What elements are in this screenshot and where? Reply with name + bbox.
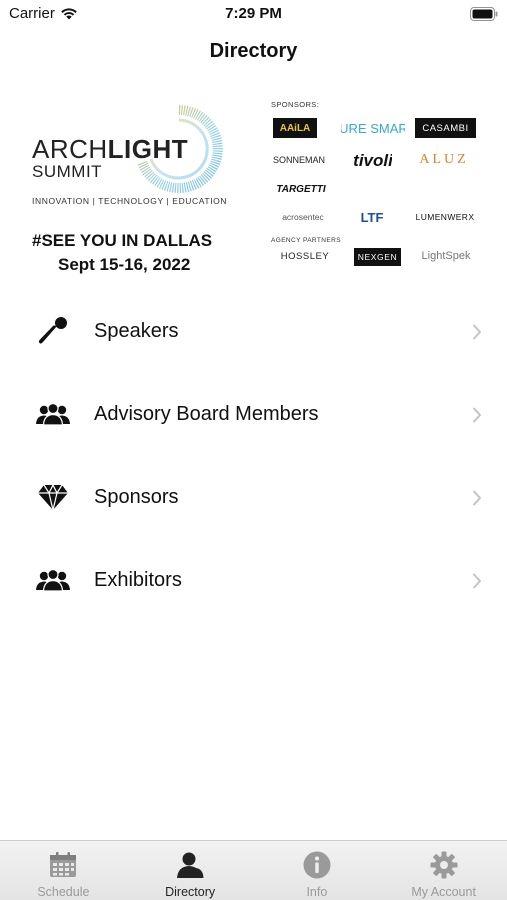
sponsor-logo: ALUZ [419,152,469,167]
tab-directory[interactable]: Directory [127,841,254,900]
brand-tagline: INNOVATION | TECHNOLOGY | EDUCATION [32,196,228,206]
diamond-icon [38,483,68,511]
tab-label: Info [306,885,328,899]
battery-icon [470,7,498,21]
chevron-right-icon [473,324,481,340]
directory-item-speakers[interactable]: Speakers [0,290,507,373]
directory-item-label: Speakers [94,320,179,342]
page-title: Directory [209,40,298,62]
event-banner: ARCHLIGHT SUMMIT INNOVATION | TECHNOLOGY… [0,92,507,282]
tab-label: Directory [165,885,216,899]
brand-wordmark-part2: LIGHT [107,134,189,164]
tab-bar: Schedule Directory Info My Account [0,840,507,900]
person-icon [177,852,204,878]
gear-icon [430,851,458,879]
sponsor-logo: acrosentec [282,212,324,222]
sponsor-logo: LUMENWERX [415,212,475,222]
agency-partners-heading: AGENCY PARTNERS [271,237,341,244]
sponsors-heading: SPONSORS: [271,100,320,109]
group-icon [36,568,70,592]
chevron-right-icon [473,407,481,423]
sponsor-logo: LTF [360,209,384,225]
agency-partner-logo: HOSSLEY [280,250,330,262]
tab-info[interactable]: Info [254,841,381,900]
directory-item-label: Exhibitors [94,569,182,591]
status-bar: Carrier 7:29 PM [0,0,507,30]
directory-list: Speakers Advisory Board Members Sponsors [0,290,507,622]
sponsor-logo: SONNEMAN [272,155,325,165]
sponsor-logo: TARGETTI [276,183,326,195]
info-icon [303,851,331,879]
sponsor-logo: tivoli [354,151,392,170]
sponsor-logo: AAiLA [273,118,317,138]
event-hashtag: #SEE YOU IN DALLAS [32,231,213,250]
sponsor-logo: PURE SMART [341,120,405,136]
directory-item-label: Advisory Board Members [94,403,319,425]
tab-schedule[interactable]: Schedule [0,841,127,900]
brand-subtitle: SUMMIT [32,162,103,181]
status-time: 7:29 PM [225,5,282,22]
directory-item-label: Sponsors [94,486,179,508]
microphone-icon [38,317,67,344]
chevron-right-icon [473,573,481,589]
directory-item-advisory-board-members[interactable]: Advisory Board Members [0,373,507,456]
brand-wordmark-part1: ARCH [32,134,108,164]
directory-item-sponsors[interactable]: Sponsors [0,456,507,539]
tab-my-account[interactable]: My Account [380,841,507,900]
agency-partner-logo: LightSpek [421,250,471,262]
sponsor-logo: CASAMBI [415,118,476,138]
calendar-icon [50,852,77,877]
agency-partner-logo: NEXGEN [354,248,401,266]
tab-label: Schedule [37,885,90,899]
group-icon [36,402,70,426]
tab-label: My Account [411,885,476,899]
brand-wordmark: ARCHLIGHT [32,134,188,165]
directory-item-exhibitors[interactable]: Exhibitors [0,539,507,622]
chevron-right-icon [473,490,481,506]
event-date: Sept 15-16, 2022 [58,255,191,274]
